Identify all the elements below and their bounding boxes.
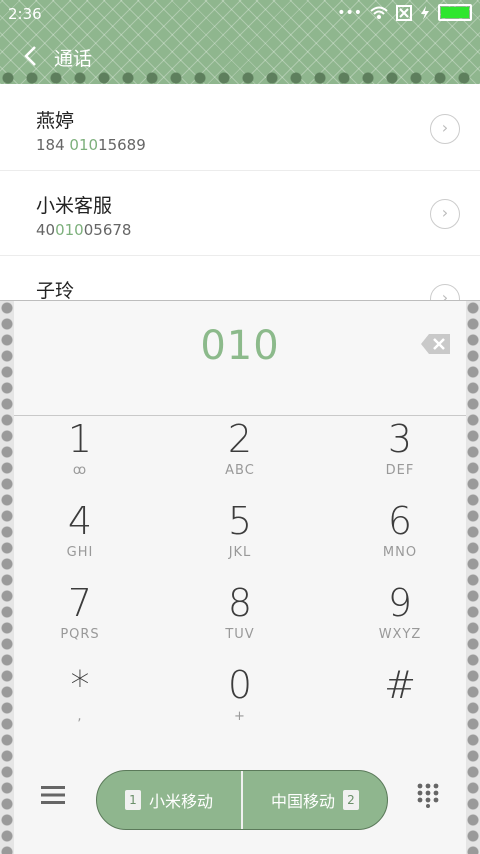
- voicemail-icon: ꝏ: [72, 463, 88, 478]
- key-star[interactable]: * ,: [10, 663, 150, 743]
- app-header: 2:36 ••• 通话: [0, 0, 480, 86]
- key-2[interactable]: 2 ABC: [170, 417, 310, 497]
- key-8[interactable]: 8 TUV: [170, 581, 310, 661]
- contact-detail-button[interactable]: ›: [430, 199, 460, 229]
- key-3[interactable]: 3 DEF: [330, 417, 470, 497]
- header-scallop-border: [0, 72, 480, 86]
- dialpad-panel: 010 1 ꝏ 2 ABC 3 DEF 4 GHI 5 JKL 6 MNO 7 …: [0, 300, 480, 854]
- charging-icon: [421, 5, 429, 20]
- dialpad-toggle-icon[interactable]: [416, 782, 440, 808]
- contact-number: 184 01015689: [36, 136, 146, 154]
- sim1-badge: 1: [124, 790, 141, 810]
- key-7[interactable]: 7 PQRS: [10, 581, 150, 661]
- sim-call-buttons: 1 小米移动 中国移动 2: [96, 770, 388, 830]
- no-sim-icon: [396, 4, 412, 21]
- more-dots-icon: •••: [337, 4, 362, 21]
- key-0[interactable]: 0 +: [170, 663, 310, 743]
- key-1[interactable]: 1 ꝏ: [10, 417, 150, 497]
- status-icons: •••: [337, 4, 472, 21]
- sim1-label: 小米移动: [148, 792, 213, 811]
- menu-icon[interactable]: [40, 784, 66, 806]
- contact-name: 小米客服: [36, 195, 113, 217]
- contact-name: 燕婷: [36, 110, 75, 132]
- dial-display: 010: [14, 301, 466, 416]
- status-time: 2:36: [8, 5, 42, 23]
- dialpad-bottom-bar: 1 小米移动 中国移动 2: [0, 756, 480, 836]
- key-hash[interactable]: #: [330, 663, 470, 743]
- key-6[interactable]: 6 MNO: [330, 499, 470, 579]
- status-bar: 2:36 •••: [0, 0, 480, 28]
- contact-row[interactable]: 燕婷 184 01015689 ›: [0, 86, 480, 171]
- contact-detail-button[interactable]: ›: [430, 114, 460, 144]
- wifi-icon: [370, 6, 388, 19]
- contact-row[interactable]: 小米客服 4001005678 ›: [0, 171, 480, 256]
- key-4[interactable]: 4 GHI: [10, 499, 150, 579]
- call-sim1-button[interactable]: 1 小米移动: [97, 771, 241, 829]
- backspace-button[interactable]: [420, 333, 452, 355]
- sim2-badge: 2: [343, 790, 359, 810]
- call-sim2-button[interactable]: 中国移动 2: [241, 771, 387, 829]
- contact-number: 4001005678: [36, 221, 132, 239]
- battery-icon: [438, 4, 472, 21]
- key-9[interactable]: 9 WXYZ: [330, 581, 470, 661]
- page-title: 通话: [54, 48, 93, 70]
- sim2-label: 中国移动: [270, 792, 335, 811]
- back-button[interactable]: [18, 42, 46, 70]
- dialed-number: 010: [200, 323, 280, 369]
- key-5[interactable]: 5 JKL: [170, 499, 310, 579]
- contact-name: 子玲: [36, 280, 75, 302]
